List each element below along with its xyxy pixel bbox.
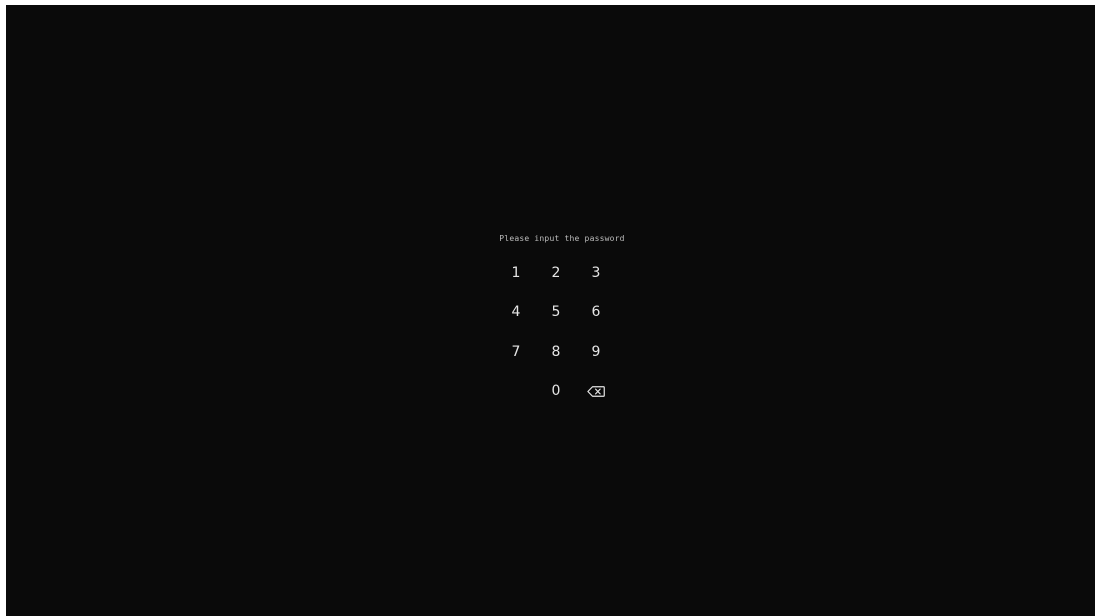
key-9[interactable]: 9 (576, 332, 616, 372)
key-spacer (496, 372, 536, 412)
key-5[interactable]: 5 (536, 293, 576, 333)
lock-screen: Please input the password 1 2 3 4 5 6 7 … (6, 5, 1095, 616)
key-1[interactable]: 1 (496, 253, 536, 293)
key-7[interactable]: 7 (496, 332, 536, 372)
numeric-keypad: 1 2 3 4 5 6 7 8 9 0 (496, 253, 616, 411)
backspace-icon (587, 385, 605, 397)
key-3[interactable]: 3 (576, 253, 616, 293)
key-6[interactable]: 6 (576, 293, 616, 333)
key-0[interactable]: 0 (536, 372, 576, 412)
backspace-button[interactable] (576, 372, 616, 412)
key-8[interactable]: 8 (536, 332, 576, 372)
password-prompt: Please input the password (499, 234, 625, 243)
key-4[interactable]: 4 (496, 293, 536, 333)
key-2[interactable]: 2 (536, 253, 576, 293)
